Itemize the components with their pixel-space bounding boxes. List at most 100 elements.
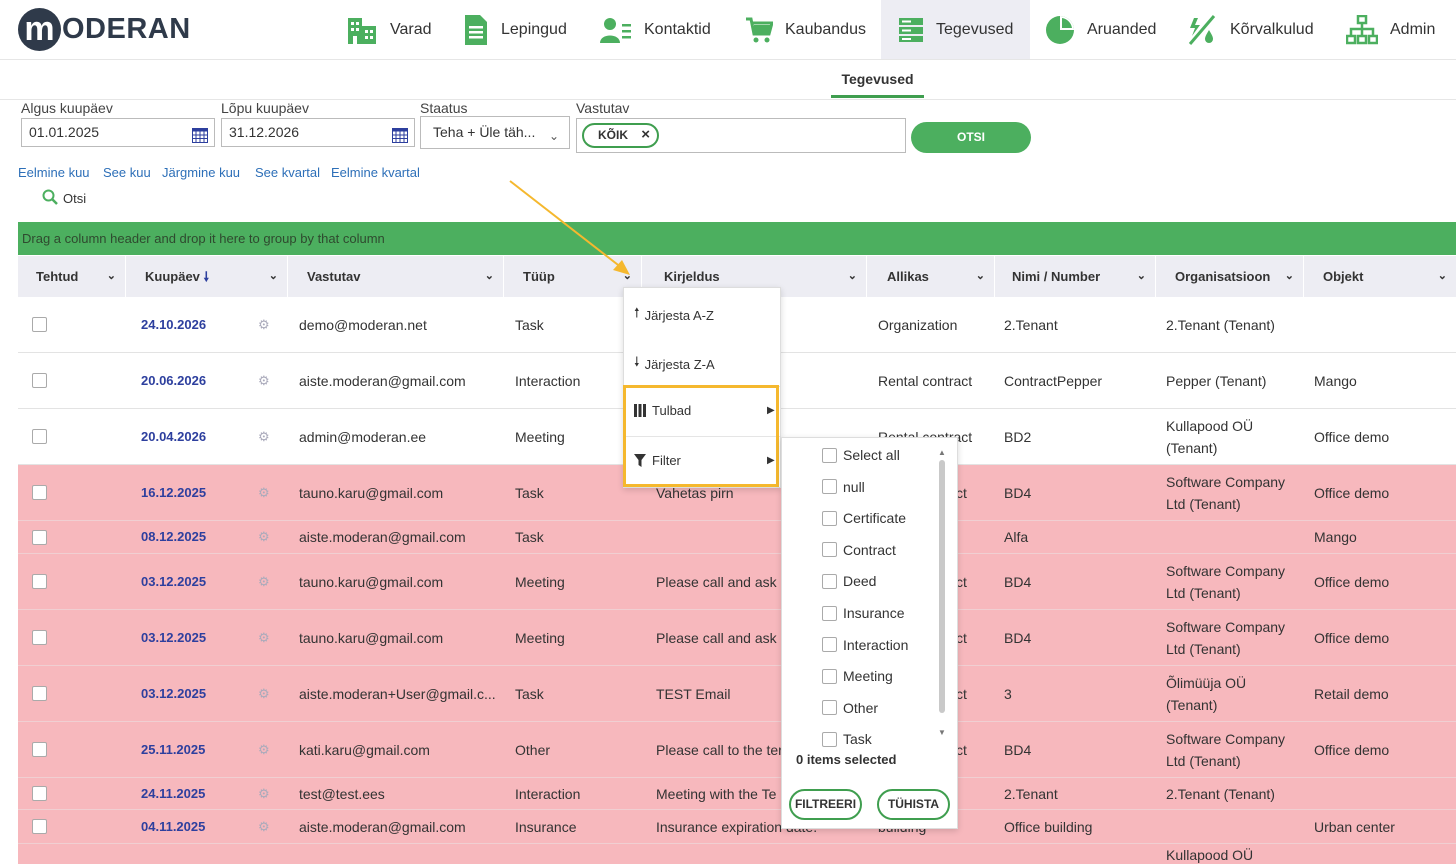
cell-date[interactable]: 24.10.2026 (141, 297, 206, 352)
nav-item-aruanded[interactable]: Aruanded (1045, 0, 1170, 59)
cell-date[interactable]: 25.11.2025 (141, 722, 205, 777)
checkbox[interactable] (32, 819, 47, 834)
checkbox[interactable] (822, 447, 837, 463)
search-button[interactable]: OTSI (911, 122, 1031, 153)
filter-option[interactable]: Meeting (822, 668, 893, 684)
filter-cancel-button[interactable]: TÜHISTA (877, 789, 950, 820)
done-checkbox[interactable] (32, 465, 47, 520)
cell-date[interactable]: 20.06.2026 (141, 353, 206, 408)
chevron-down-icon[interactable]: ⌄ (269, 256, 278, 297)
column-header-objekt[interactable]: Objekt ⌄ (1304, 256, 1456, 297)
filter-option[interactable]: Certificate (822, 510, 906, 526)
nav-item-kaubandus[interactable]: Kaubandus (745, 0, 870, 59)
gear-icon[interactable]: ⚙ (258, 409, 270, 464)
end-date-field[interactable]: 31.12.2026 (221, 118, 415, 147)
gear-icon[interactable]: ⚙ (258, 722, 270, 777)
gear-icon[interactable]: ⚙ (258, 810, 270, 843)
column-header-tuup[interactable]: Tüüp ⌄ (504, 256, 642, 297)
filter-option[interactable]: Task (822, 731, 872, 747)
cell-date[interactable]: 04.11.2025 (141, 810, 205, 843)
checkbox[interactable] (822, 668, 837, 684)
checkbox[interactable] (822, 542, 837, 558)
responsible-multiselect[interactable]: KÕIK × (576, 118, 906, 153)
checkbox[interactable] (32, 742, 47, 757)
checkbox[interactable] (822, 637, 837, 653)
cell-date[interactable]: 20.04.2026 (141, 409, 206, 464)
cell-date[interactable]: 03.12.2025 (141, 610, 206, 665)
chevron-down-icon[interactable]: ⌄ (1285, 256, 1294, 297)
status-select[interactable]: Teha + Üle täh... ⌄ (420, 116, 570, 149)
checkbox[interactable] (822, 731, 837, 747)
menu-item-sort-asc[interactable]: 🠕 Järjesta A-Z (634, 304, 714, 326)
filter-option[interactable]: Select all (822, 447, 900, 463)
table-row[interactable]: 25.11.2025 ⚙ kati.karu@gmail.com Other Pleas… (18, 722, 1456, 778)
gear-icon[interactable]: ⚙ (258, 554, 270, 609)
chevron-down-icon[interactable]: ⌄ (1438, 256, 1447, 297)
checkbox[interactable] (822, 700, 837, 716)
done-checkbox[interactable] (32, 521, 47, 553)
moderan-logo[interactable]: m ODERAN (18, 7, 191, 51)
gear-icon[interactable]: ⚙ (258, 778, 270, 809)
tab-tegevused[interactable]: Tegevused (831, 60, 924, 98)
cell-date[interactable]: 08.12.2025 (141, 521, 206, 553)
start-date-field[interactable]: 01.01.2025 (21, 118, 215, 147)
nav-item-korvalkulud[interactable]: Kõrvalkulud (1186, 0, 1321, 59)
checkbox[interactable] (32, 317, 47, 332)
nav-item-kontaktid[interactable]: Kontaktid (600, 0, 725, 59)
filter-option[interactable]: Deed (822, 573, 876, 589)
link-next-month[interactable]: Järgmine kuu (162, 165, 240, 180)
responsible-chip[interactable]: KÕIK × (582, 123, 659, 148)
calendar-icon[interactable] (192, 125, 208, 152)
filter-option[interactable]: Other (822, 700, 878, 716)
checkbox[interactable] (32, 574, 47, 589)
done-checkbox[interactable] (32, 810, 47, 843)
filter-option[interactable]: null (822, 479, 865, 495)
gear-icon[interactable]: ⚙ (258, 353, 270, 408)
checkbox[interactable] (822, 510, 837, 526)
checkbox[interactable] (822, 605, 837, 621)
link-this-quarter[interactable]: See kvartal (255, 165, 320, 180)
done-checkbox[interactable] (32, 778, 47, 809)
done-checkbox[interactable] (32, 666, 47, 721)
chevron-down-icon[interactable]: ⌄ (1137, 256, 1146, 297)
chevron-down-icon[interactable]: ⌄ (485, 256, 494, 297)
done-checkbox[interactable] (32, 409, 47, 464)
done-checkbox[interactable] (32, 297, 47, 352)
close-icon[interactable]: × (641, 124, 650, 145)
gear-icon[interactable]: ⚙ (258, 666, 270, 721)
nav-item-admin[interactable]: Admin (1346, 0, 1446, 59)
nav-item-tegevused[interactable]: Tegevused (881, 0, 1030, 59)
column-header-kuupaev[interactable]: Kuupäev 🠗 ⌄ (126, 256, 288, 297)
nav-item-lepingud[interactable]: Lepingud (463, 0, 583, 59)
table-row[interactable]: 03.12.2025 ⚙ tauno.karu@gmail.com Meeting Pl… (18, 610, 1456, 666)
menu-item-sort-desc[interactable]: 🠗 Järjesta Z-A (634, 353, 715, 375)
chevron-down-icon[interactable]: ⌄ (848, 256, 857, 297)
scroll-up-icon[interactable]: ▲ (938, 448, 946, 457)
gear-icon[interactable]: ⚙ (258, 297, 270, 352)
chevron-down-icon[interactable]: ⌄ (107, 256, 116, 297)
table-row[interactable]: Kullapood OÜ (18, 844, 1456, 864)
gear-icon[interactable]: ⚙ (258, 521, 270, 553)
filter-apply-button[interactable]: FILTREERI (789, 789, 862, 820)
column-header-organisatsioon[interactable]: Organisatsioon ⌄ (1156, 256, 1304, 297)
column-header-tehtud[interactable]: Tehtud ⌄ (18, 256, 126, 297)
table-row[interactable]: 24.11.2025 ⚙ test@test.ees Interaction Meeti… (18, 778, 1456, 810)
cell-date[interactable]: 24.11.2025 (141, 778, 205, 809)
done-checkbox[interactable] (32, 353, 47, 408)
done-checkbox[interactable] (32, 610, 47, 665)
gear-icon[interactable]: ⚙ (258, 465, 270, 520)
table-row[interactable]: 08.12.2025 ⚙ aiste.moderan@gmail.com Task Al… (18, 521, 1456, 554)
filter-option[interactable]: Interaction (822, 637, 908, 653)
chevron-down-icon[interactable]: ⌄ (976, 256, 985, 297)
calendar-icon[interactable] (392, 125, 408, 152)
table-row[interactable]: 03.12.2025 ⚙ tauno.karu@gmail.com Meeting Pl… (18, 554, 1456, 610)
scrollbar-thumb[interactable] (939, 460, 945, 713)
checkbox[interactable] (32, 630, 47, 645)
table-row[interactable]: 04.11.2025 ⚙ aiste.moderan@gmail.com Insura… (18, 810, 1456, 844)
checkbox[interactable] (32, 429, 47, 444)
table-row[interactable]: 03.12.2025 ⚙ aiste.moderan+User@gmail.c...… (18, 666, 1456, 722)
checkbox[interactable] (32, 529, 47, 545)
link-previous-month[interactable]: Eelmine kuu (18, 165, 90, 180)
checkbox[interactable] (32, 686, 47, 701)
cell-date[interactable]: 03.12.2025 (141, 554, 206, 609)
